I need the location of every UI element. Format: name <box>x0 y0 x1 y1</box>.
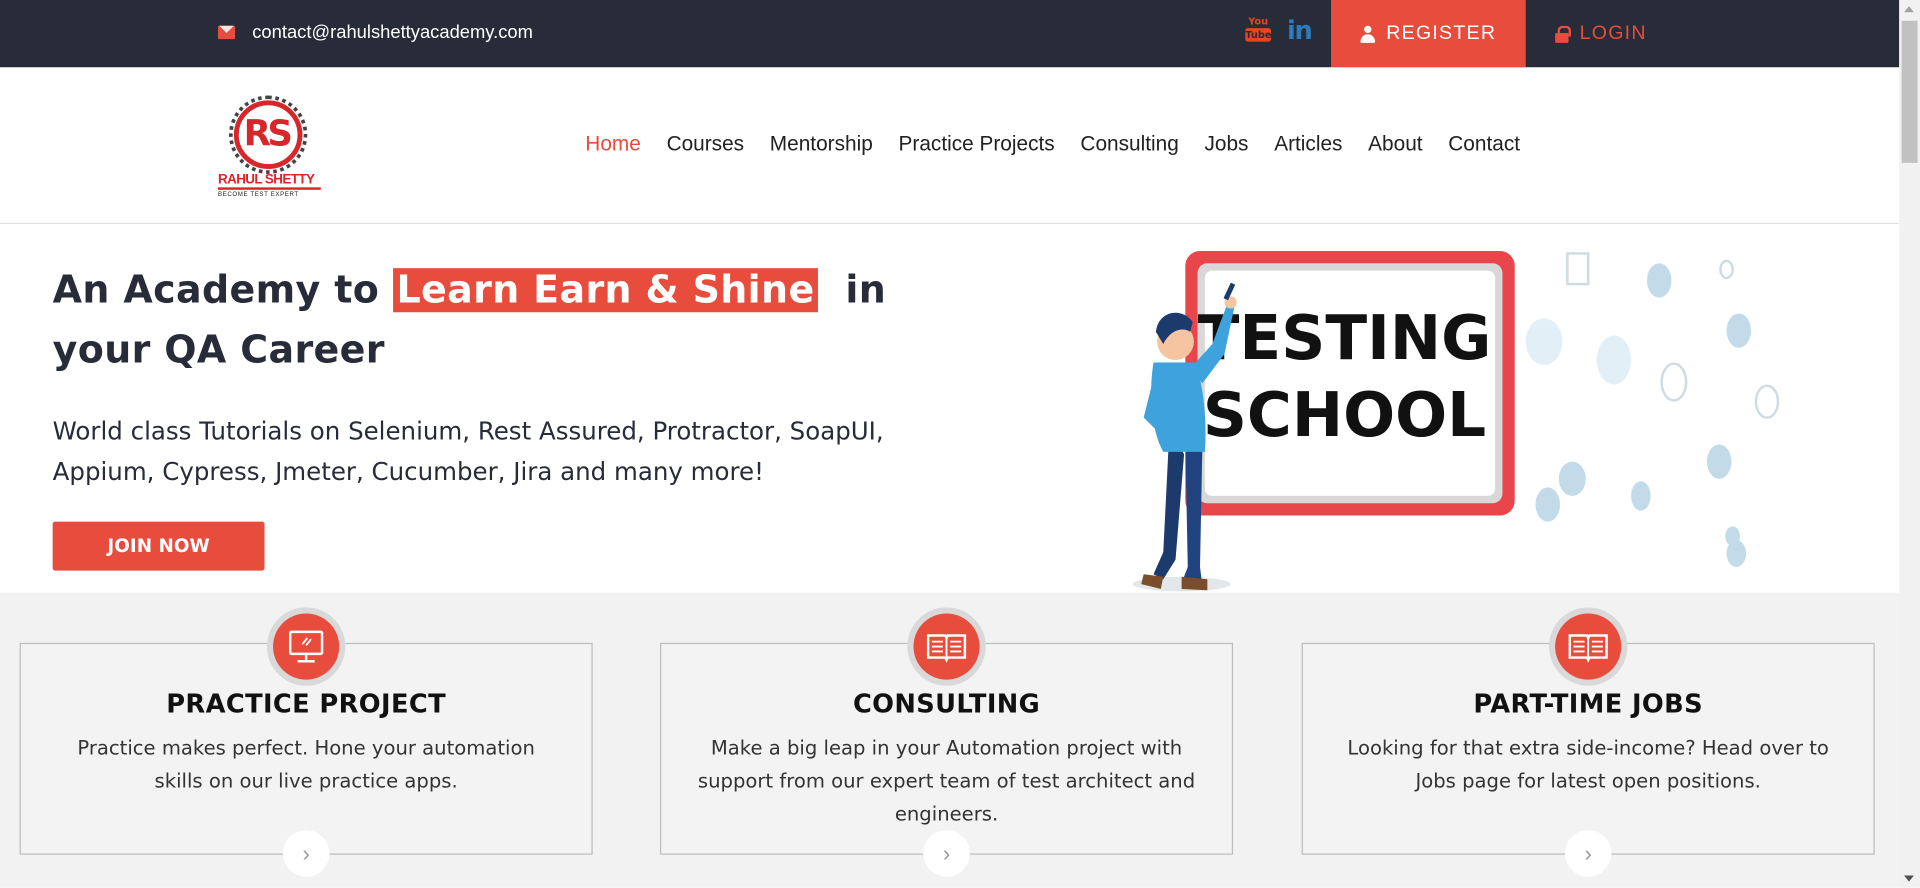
site-header: RS RAHUL SHETTY BECOME TEST EXPERT Home … <box>0 67 1900 225</box>
lock-icon <box>1555 25 1572 43</box>
hero-title: An Academy to Learn Earn & Shine in your… <box>53 261 984 381</box>
book-icon-svg <box>1568 634 1608 663</box>
logo-monogram: RS <box>243 112 293 155</box>
feature-icon-badge <box>907 607 986 686</box>
nav-item-jobs[interactable]: Jobs <box>1204 132 1248 156</box>
page: contact@rahulshettyacademy.com You Tube i… <box>0 0 1920 888</box>
book-icon-svg <box>926 634 967 663</box>
monitor-icon-svg <box>288 630 324 663</box>
login-label: LOGIN <box>1579 22 1647 44</box>
nav-item-consulting[interactable]: Consulting <box>1080 132 1178 156</box>
feature-title: PART-TIME JOBS <box>1473 689 1703 719</box>
contact-email-text: contact@rahulshettyacademy.com <box>252 22 533 43</box>
youtube-icon[interactable]: You Tube <box>1245 16 1272 47</box>
top-bar: contact@rahulshettyacademy.com You Tube i… <box>0 0 1900 68</box>
testing-school-illustration: TESTING SCHOOL <box>1132 251 1780 592</box>
chevron-right-icon[interactable]: › <box>1564 830 1612 877</box>
main-nav: Home Courses Mentorship Practice Project… <box>585 132 1545 156</box>
logo-name: RAHUL SHETTY <box>217 172 315 188</box>
feature-icon-badge <box>266 607 346 686</box>
chevron-right-icon[interactable]: › <box>282 830 330 877</box>
register-label: REGISTER <box>1386 22 1497 44</box>
site-logo[interactable]: RS RAHUL SHETTY BECOME TEST EXPERT <box>217 94 321 198</box>
hero-section: An Academy to Learn Earn & Shine in your… <box>0 224 1900 593</box>
nav-item-mentorship[interactable]: Mentorship <box>770 132 873 156</box>
nav-item-practice-projects[interactable]: Practice Projects <box>899 132 1055 156</box>
feature-text: Make a big leap in your Automation proje… <box>697 735 1196 826</box>
join-now-button[interactable]: JOIN NOW <box>52 521 265 571</box>
feature-icon-badge <box>1548 607 1628 686</box>
feature-title: PRACTICE PROJECT <box>166 689 447 719</box>
whiteboard: TESTING SCHOOL <box>1185 251 1515 516</box>
scroll-up-arrow-icon[interactable] <box>1904 6 1914 13</box>
feature-title: CONSULTING <box>852 689 1041 719</box>
user-icon <box>1360 25 1376 43</box>
feature-text: Practice makes perfect. Hone your automa… <box>77 735 535 793</box>
nav-item-contact[interactable]: Contact <box>1448 132 1520 156</box>
hero-subtitle: World class Tutorials on Selenium, Rest … <box>52 416 884 487</box>
hero-title-highlight: Learn Earn & Shine <box>392 268 819 312</box>
page-scrollbar[interactable] <box>1899 0 1920 888</box>
book-icon <box>913 613 980 680</box>
feature-card-practice-project[interactable]: PRACTICE PROJECT Practice makes perfect.… <box>19 607 593 877</box>
feature-card-part-time-jobs[interactable]: PART-TIME JOBS Looking for that extra si… <box>1301 607 1875 877</box>
nav-item-articles[interactable]: Articles <box>1274 132 1342 156</box>
logo-tagline: BECOME TEST EXPERT <box>217 187 321 198</box>
features-section: PRACTICE PROJECT Practice makes perfect.… <box>0 592 1900 888</box>
board-text-line1: TESTING <box>1198 303 1492 374</box>
nav-item-home[interactable]: Home <box>585 132 641 156</box>
scroll-down-arrow-icon[interactable] <box>1904 875 1914 882</box>
scrollbar-thumb[interactable] <box>1901 20 1918 163</box>
feature-card-consulting[interactable]: CONSULTING Make a big leap in your Autom… <box>660 607 1234 877</box>
register-button[interactable]: REGISTER <box>1331 0 1526 68</box>
chevron-right-icon[interactable]: › <box>923 830 970 877</box>
nav-item-courses[interactable]: Courses <box>667 132 745 156</box>
envelope-icon <box>217 25 236 40</box>
login-button[interactable]: LOGIN <box>1555 0 1647 67</box>
book-icon <box>1555 613 1622 680</box>
hero-title-pre: An Academy to <box>52 268 393 313</box>
nav-item-about[interactable]: About <box>1368 132 1422 156</box>
linkedin-icon[interactable]: in <box>1287 16 1313 45</box>
board-text-line2: SCHOOL <box>1203 380 1486 451</box>
feature-text: Looking for that extra side-income? Head… <box>1347 735 1829 793</box>
page-stage: contact@rahulshettyacademy.com You Tube i… <box>0 0 1920 888</box>
monitor-icon <box>273 613 340 680</box>
contact-email[interactable]: contact@rahulshettyacademy.com <box>217 22 533 43</box>
